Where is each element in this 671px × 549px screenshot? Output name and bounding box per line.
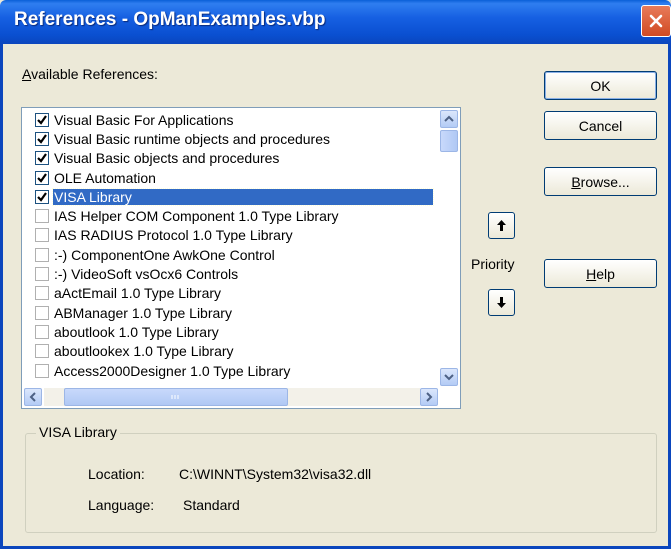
references-list: Visual Basic For Applications Visual Basi… [22, 110, 440, 388]
checkmark-icon [37, 134, 47, 144]
reference-label: Visual Basic For Applications [54, 111, 234, 128]
reference-row[interactable]: aboutlook 1.0 Type Library [22, 322, 440, 341]
reference-label: aboutlookex 1.0 Type Library [54, 343, 234, 360]
language-value: Standard [183, 497, 240, 513]
priority-up-button[interactable] [488, 212, 515, 239]
scroll-down-button[interactable] [440, 368, 458, 386]
reference-label: IAS Helper COM Component 1.0 Type Librar… [54, 208, 339, 225]
close-x-icon [649, 14, 663, 28]
references-listbox[interactable]: Visual Basic For Applications Visual Basi… [21, 107, 461, 409]
reference-row[interactable]: Visual Basic objects and procedures [22, 149, 440, 168]
reference-checkbox[interactable] [35, 286, 49, 301]
scroll-up-button[interactable] [440, 110, 458, 128]
checkmark-icon [37, 153, 47, 163]
reference-row[interactable]: aboutlookex 1.0 Type Library [22, 342, 440, 361]
horizontal-scrollbar[interactable] [24, 388, 440, 407]
reference-row[interactable]: Access2000Designer 1.0 Type Library [22, 361, 440, 380]
title-bar: References - OpManExamples.vbp [0, 0, 671, 44]
reference-checkbox[interactable] [35, 305, 49, 320]
horizontal-scroll-track[interactable] [44, 388, 420, 406]
reference-label: aboutlook 1.0 Type Library [54, 323, 219, 340]
reference-row[interactable]: Visual Basic runtime objects and procedu… [22, 129, 440, 148]
priority-down-button[interactable] [488, 289, 515, 316]
browse-button[interactable]: Browse... [544, 167, 657, 196]
reference-details-group: VISA Library [25, 424, 657, 533]
reference-checkbox[interactable] [35, 189, 49, 204]
reference-label: VISA Library [52, 187, 434, 206]
scroll-left-button[interactable] [24, 388, 42, 406]
scroll-up-arrow-icon [444, 115, 454, 122]
grip-icon [171, 395, 179, 399]
reference-checkbox[interactable] [35, 363, 49, 378]
checkmark-icon [37, 192, 47, 202]
available-references-label: Available References: [22, 66, 158, 82]
window-title: References - OpManExamples.vbp [14, 9, 326, 30]
location-value: C:\WINNT\System32\visa32.dll [179, 466, 372, 482]
reference-row[interactable]: OLE Automation [22, 168, 440, 187]
reference-label: aActEmail 1.0 Type Library [54, 285, 222, 302]
reference-checkbox[interactable] [35, 151, 49, 166]
horizontal-scroll-thumb[interactable] [64, 388, 288, 406]
reference-row[interactable]: :-) ComponentOne AwkOne Control [22, 245, 440, 264]
reference-label: Visual Basic objects and procedures [54, 150, 280, 167]
checkmark-icon [37, 115, 47, 125]
priority-label: Priority [471, 256, 515, 272]
reference-label: OLE Automation [54, 169, 156, 186]
arrow-down-icon [497, 297, 506, 308]
reference-row[interactable]: :-) VideoSoft vsOcx6 Controls [22, 264, 440, 283]
reference-checkbox[interactable] [35, 344, 49, 359]
reference-label: Visual Basic runtime objects and procedu… [54, 130, 331, 147]
reference-row[interactable]: VISA Library [22, 187, 440, 206]
details-group-title: VISA Library [36, 424, 120, 440]
reference-row[interactable]: ABManager 1.0 Type Library [22, 303, 440, 322]
reference-checkbox[interactable] [35, 324, 49, 339]
scroll-right-button[interactable] [420, 388, 438, 406]
scroll-left-arrow-icon [29, 392, 36, 402]
reference-checkbox[interactable] [35, 112, 49, 127]
language-label: Language: [88, 497, 155, 513]
ok-button[interactable]: OK [544, 71, 657, 100]
vertical-scrollbar[interactable] [440, 110, 459, 388]
location-label: Location: [88, 466, 145, 482]
checkmark-icon [37, 172, 47, 183]
cancel-button[interactable]: Cancel [544, 111, 657, 140]
reference-checkbox[interactable] [35, 131, 49, 146]
reference-label: IAS RADIUS Protocol 1.0 Type Library [54, 227, 293, 244]
vertical-scroll-thumb[interactable] [440, 130, 458, 152]
scroll-down-arrow-icon [444, 374, 454, 381]
arrow-up-icon [497, 220, 506, 231]
help-button[interactable]: Help [544, 259, 657, 288]
reference-checkbox[interactable] [35, 228, 49, 243]
reference-checkbox[interactable] [35, 170, 49, 185]
reference-row[interactable]: Visual Basic For Applications [22, 110, 440, 129]
reference-checkbox[interactable] [35, 247, 49, 262]
reference-checkbox[interactable] [35, 209, 49, 224]
reference-row[interactable]: aActEmail 1.0 Type Library [22, 284, 440, 303]
reference-label: :-) ComponentOne AwkOne Control [54, 246, 275, 263]
scroll-right-arrow-icon [426, 392, 433, 402]
reference-checkbox[interactable] [35, 267, 49, 282]
reference-row[interactable]: IAS RADIUS Protocol 1.0 Type Library [22, 226, 440, 245]
reference-label: :-) VideoSoft vsOcx6 Controls [54, 266, 239, 283]
reference-label: Access2000Designer 1.0 Type Library [54, 362, 291, 379]
reference-row[interactable]: IAS Helper COM Component 1.0 Type Librar… [22, 206, 440, 225]
reference-label: ABManager 1.0 Type Library [54, 304, 232, 321]
close-button[interactable] [641, 5, 671, 37]
